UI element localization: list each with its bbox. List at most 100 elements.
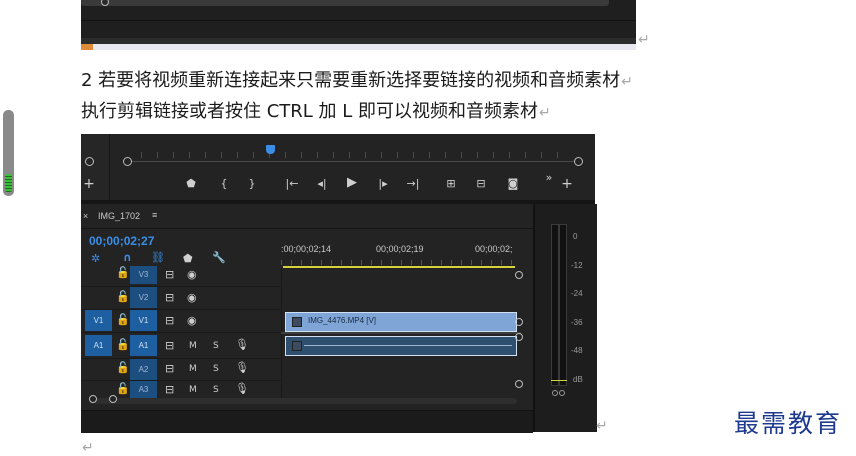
more-controls-icon[interactable]: »: [543, 172, 555, 184]
meter-solo-right[interactable]: [559, 390, 565, 396]
sync-lock-icon[interactable]: ⊟: [165, 269, 174, 281]
scrub-end-handle[interactable]: [574, 157, 583, 166]
time-ruler[interactable]: :00;00;02;14 00;00;02;19 00;00;02;: [281, 230, 521, 268]
mute-icon[interactable]: M: [189, 363, 197, 375]
return-mark: ↵: [596, 418, 608, 434]
mark-in-icon[interactable]: {: [218, 178, 230, 190]
sync-lock-icon[interactable]: ⊟: [165, 292, 174, 304]
video-audio-divider: [281, 332, 521, 334]
voiceover-mic-icon[interactable]: 🎙: [235, 362, 249, 374]
audio-scroll-top-handle[interactable]: [515, 333, 523, 341]
eye-icon[interactable]: ◉: [187, 292, 197, 304]
extract-icon[interactable]: ⊟: [473, 178, 489, 190]
track-target-a1[interactable]: A1: [130, 335, 157, 356]
add-marker-icon[interactable]: ⬟: [185, 178, 197, 190]
lock-icon[interactable]: 🔓: [116, 267, 130, 279]
scrub-bar[interactable]: [127, 161, 577, 162]
track-target-v3[interactable]: V3: [130, 266, 157, 284]
horizontal-scroll-track[interactable]: [89, 398, 517, 404]
eye-icon[interactable]: ◉: [187, 269, 197, 281]
audio-scroll-bottom-handle[interactable]: [515, 380, 523, 388]
horizontal-scroll-right-handle[interactable]: [109, 395, 117, 403]
track-target-a3[interactable]: A3: [130, 381, 157, 398]
side-scroll-widget[interactable]: [3, 110, 14, 196]
go-to-out-icon[interactable]: →|: [405, 178, 421, 190]
return-mark: ↵: [638, 32, 650, 48]
track-row-v2: [81, 287, 281, 310]
track-target-v2[interactable]: V2: [130, 287, 157, 308]
play-icon[interactable]: ▶: [345, 176, 359, 189]
snap-icon[interactable]: ∩: [123, 252, 132, 264]
lift-icon[interactable]: ⊞: [443, 178, 459, 190]
lock-icon[interactable]: 🔓: [116, 383, 130, 395]
go-to-in-icon[interactable]: |←: [284, 178, 300, 190]
ruler-label-1: :00;00;02;14: [281, 244, 332, 254]
export-frame-icon[interactable]: ◙: [506, 178, 520, 190]
video-clip-fx-icon: [292, 317, 302, 327]
meter-solo-left[interactable]: [552, 390, 558, 396]
solo-icon[interactable]: S: [213, 363, 219, 375]
lock-icon[interactable]: 🔓: [116, 291, 130, 303]
horizontal-scroll-left-handle[interactable]: [89, 395, 97, 403]
step-back-icon[interactable]: ◂|: [315, 178, 329, 190]
premiere-screenshot: + ⬟ { } |← ◂| ▶ |▸ →| ⊞ ⊟ ◙ » + × IMG_17…: [81, 134, 597, 433]
sync-lock-icon[interactable]: ⊟: [165, 363, 174, 375]
track-source-a1[interactable]: A1: [85, 335, 112, 356]
lock-icon[interactable]: 🔓: [116, 362, 130, 374]
timeline-settings-icon[interactable]: 🔧: [212, 252, 226, 264]
timeline-tab-title[interactable]: IMG_1702: [98, 211, 140, 221]
top-scroll-track[interactable]: [81, 0, 609, 6]
panel-close-icon[interactable]: ×: [83, 211, 88, 221]
track-target-a2[interactable]: A2: [130, 359, 157, 380]
mute-icon[interactable]: M: [189, 340, 197, 352]
timeline-panel: × IMG_1702 ≡ 00;00;02;27 ✲ ∩ ⛓ ⬟ 🔧 :00;0…: [81, 204, 533, 433]
step-forward-icon[interactable]: |▸: [376, 178, 390, 190]
playhead-marker[interactable]: [266, 145, 275, 154]
solo-icon[interactable]: S: [213, 384, 219, 396]
sync-lock-icon[interactable]: ⊟: [165, 384, 174, 396]
track-row-a2: [81, 359, 281, 381]
video-scroll-bottom-handle[interactable]: [515, 318, 523, 326]
track-source-v1[interactable]: V1: [85, 310, 112, 331]
solo-icon[interactable]: S: [213, 340, 219, 352]
top-panel-divider: [81, 20, 636, 21]
mute-icon[interactable]: M: [189, 384, 197, 396]
return-mark: ↵: [539, 105, 551, 121]
mark-out-icon[interactable]: }: [246, 178, 258, 190]
voiceover-mic-icon[interactable]: 🎙: [235, 339, 249, 351]
track-target-v1[interactable]: V1: [130, 310, 157, 331]
meter-tick-12: -12: [571, 261, 583, 270]
left-add-icon[interactable]: +: [83, 177, 95, 191]
video-clip[interactable]: IMG_4476.MP4 [V]: [285, 312, 517, 332]
audio-waveform-line: [304, 345, 512, 346]
add-marker-timeline-icon[interactable]: ⬟: [183, 253, 193, 265]
playhead-timecode[interactable]: 00;00;02;27: [89, 234, 154, 248]
work-area-bar[interactable]: [283, 266, 515, 268]
meter-tick-48: -48: [571, 346, 583, 355]
meter-track-right: [559, 224, 567, 386]
program-monitor-controls: + ⬟ { } |← ◂| ▶ |▸ →| ⊞ ⊟ ◙ » +: [81, 134, 595, 200]
panel-menu-icon[interactable]: ≡: [152, 210, 157, 220]
scrub-start-handle[interactable]: [123, 157, 132, 166]
lock-icon[interactable]: 🔓: [116, 314, 130, 326]
video-clip-label: IMG_4476.MP4 [V]: [308, 316, 377, 325]
eye-icon[interactable]: ◉: [187, 315, 197, 327]
button-editor-add-icon[interactable]: +: [561, 177, 573, 191]
taskbar-strip: [81, 44, 93, 50]
ruler-label-2: 00;00;02;19: [376, 244, 424, 254]
audio-clip[interactable]: [285, 336, 517, 356]
track-header-area: V3 🔓 ⊟ ◉ V2 🔓 ⊟ ◉ V1 V1 🔓 ⊟ ◉ A1 A1 🔓 ⊟ …: [81, 266, 281, 398]
lock-icon[interactable]: 🔓: [116, 339, 130, 351]
sync-lock-icon[interactable]: ⊟: [165, 340, 174, 352]
left-handle-icon[interactable]: [85, 157, 94, 166]
video-scroll-top-handle[interactable]: [515, 271, 523, 279]
voiceover-mic-icon[interactable]: 🎙: [235, 383, 249, 395]
linked-selection-icon[interactable]: ⛓: [151, 252, 165, 264]
track-row-v3: [81, 268, 281, 287]
sync-lock-icon[interactable]: ⊟: [165, 315, 174, 327]
nest-sequence-icon[interactable]: ✲: [91, 253, 100, 265]
audio-meter-panel: 0 -12 -24 -36 -48 dB: [533, 204, 597, 432]
audio-clip-fx-icon: [292, 341, 302, 351]
track-lane-divider: [281, 268, 282, 400]
top-panel-crop: [81, 0, 636, 46]
